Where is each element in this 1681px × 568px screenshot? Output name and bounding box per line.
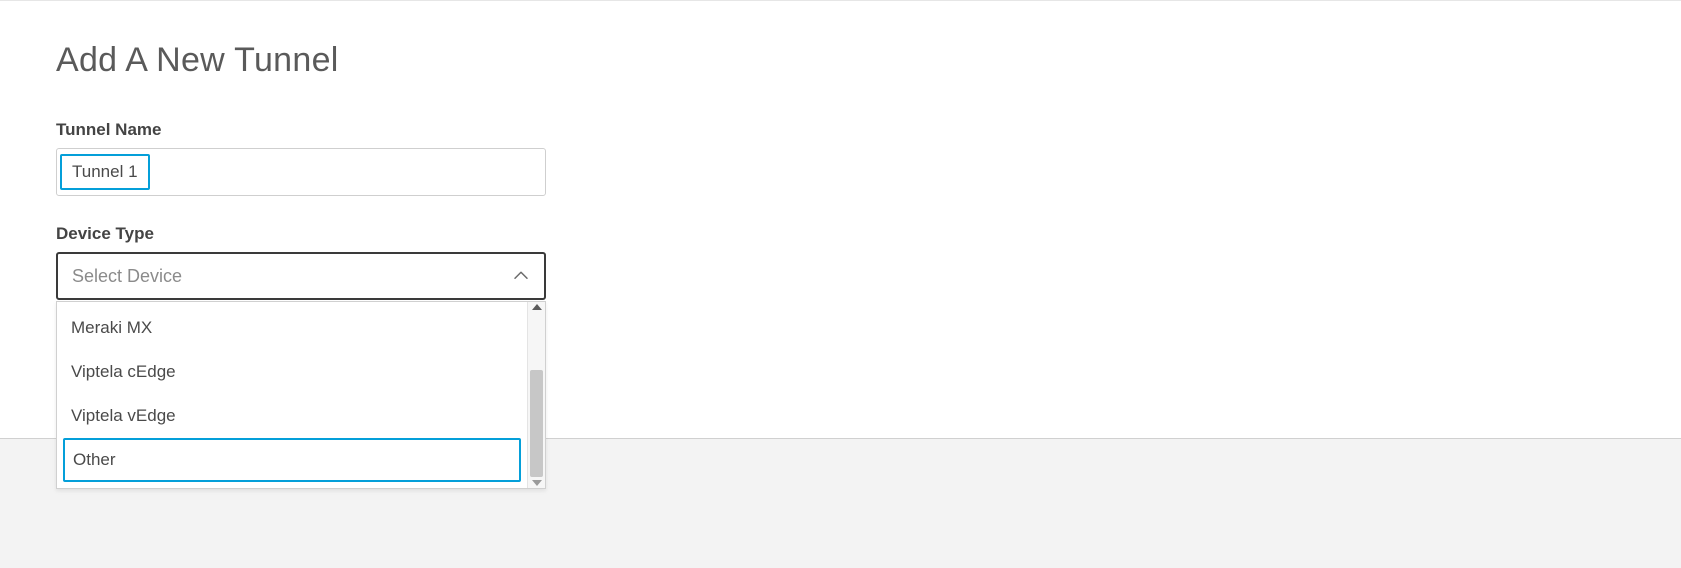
page-title: Add A New Tunnel: [56, 41, 1625, 80]
dropdown-options-list: Meraki MX Viptela cEdge Viptela vEdge Ot…: [57, 302, 527, 488]
dropdown-option-highlighted[interactable]: Other: [63, 438, 521, 482]
device-type-dropdown: Meraki MX Viptela cEdge Viptela vEdge Ot…: [56, 301, 546, 489]
scrollbar[interactable]: [527, 302, 545, 488]
chevron-up-icon: [512, 267, 530, 285]
add-tunnel-panel: Add A New Tunnel Tunnel Name Tunnel 1 De…: [0, 0, 1681, 439]
scroll-track[interactable]: [528, 313, 545, 477]
dropdown-option[interactable]: Viptela cEdge: [57, 350, 527, 394]
device-type-select[interactable]: Select Device: [56, 252, 546, 300]
field-tunnel-name: Tunnel Name Tunnel 1: [56, 120, 1625, 196]
field-device-type: Device Type Select Device Meraki MX Vipt…: [56, 224, 1625, 300]
tunnel-name-input[interactable]: Tunnel 1: [56, 148, 546, 196]
device-type-label: Device Type: [56, 224, 1625, 244]
dropdown-option[interactable]: Meraki MX: [57, 306, 527, 350]
scroll-thumb[interactable]: [530, 370, 543, 477]
scroll-down-icon[interactable]: [532, 480, 542, 486]
dropdown-option[interactable]: Viptela vEdge: [57, 394, 527, 438]
device-type-placeholder: Select Device: [72, 266, 182, 287]
scroll-up-icon[interactable]: [532, 304, 542, 310]
device-type-select-wrap: Select Device Meraki MX Viptela cEdge Vi…: [56, 252, 546, 300]
tunnel-name-value: Tunnel 1: [60, 154, 150, 190]
tunnel-name-label: Tunnel Name: [56, 120, 1625, 140]
